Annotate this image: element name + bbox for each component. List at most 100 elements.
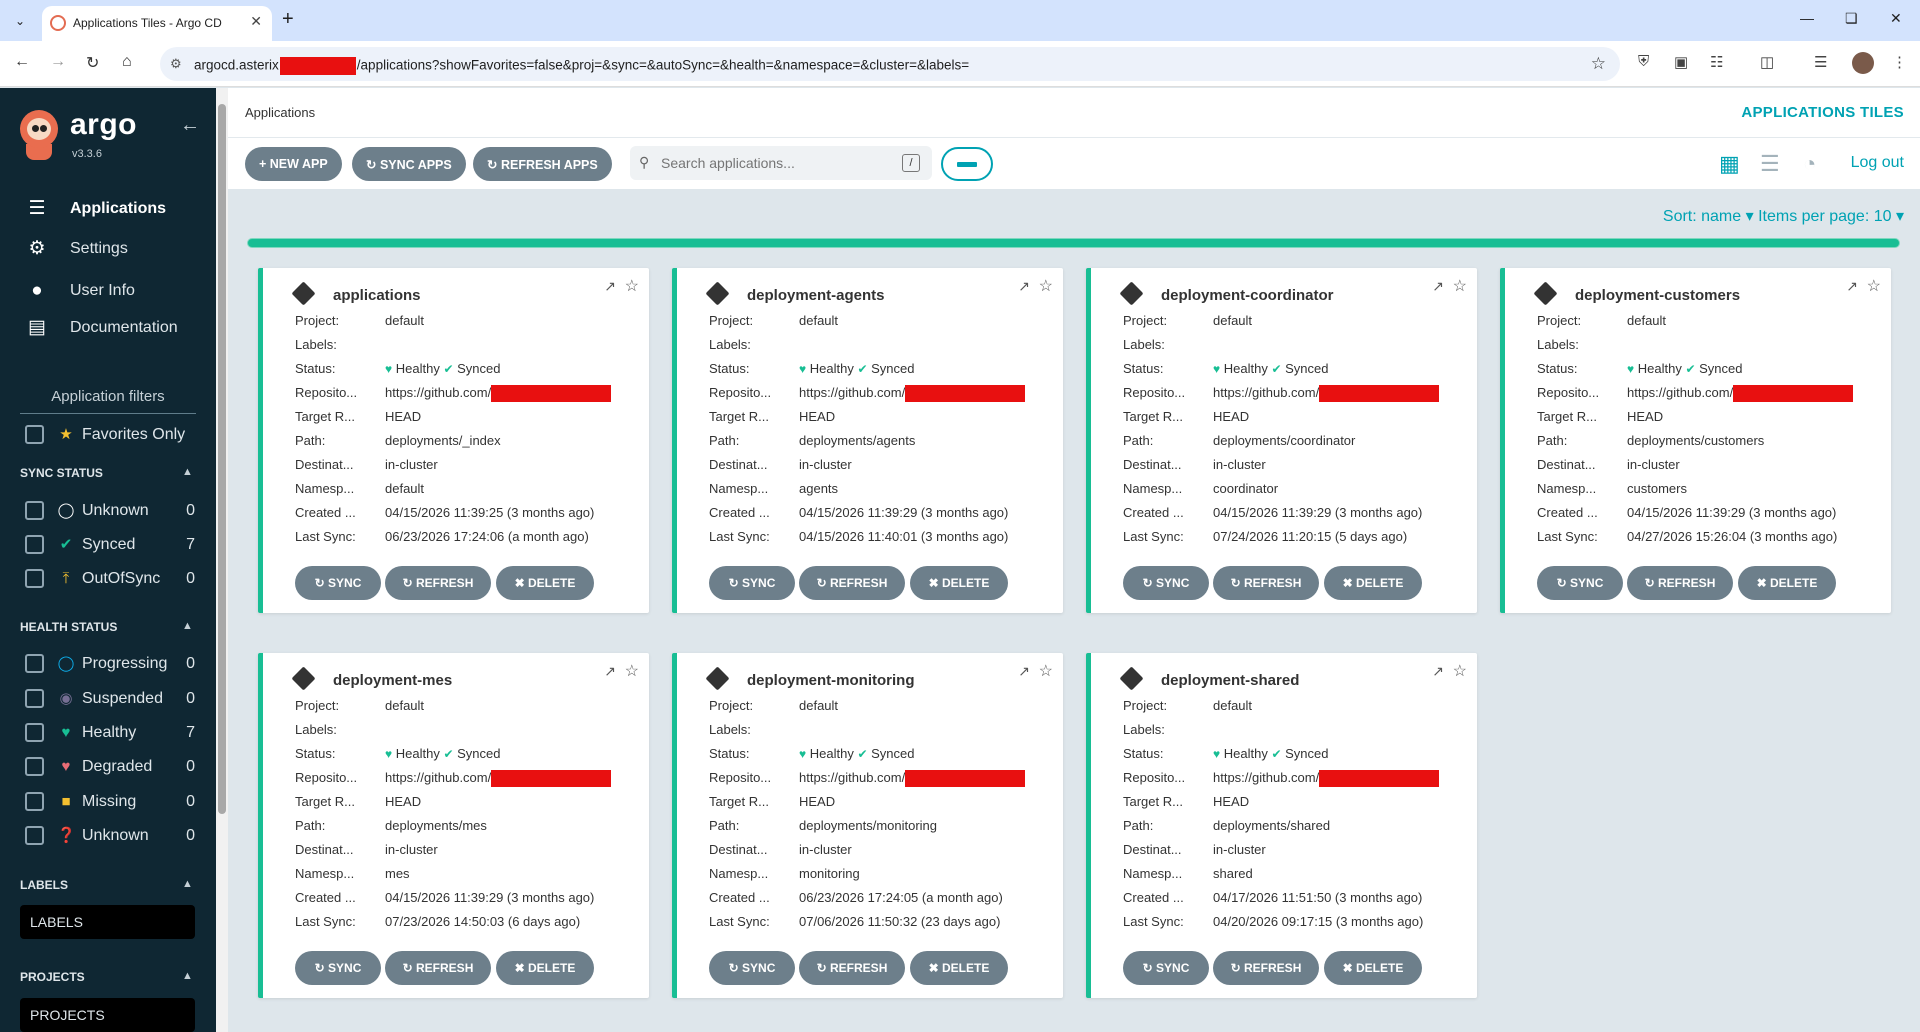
refresh-button[interactable]: ↻ REFRESH bbox=[385, 951, 491, 985]
external-link-icon[interactable]: ↗ bbox=[604, 663, 616, 680]
filter-checkbox[interactable] bbox=[25, 792, 44, 811]
extension-icon[interactable]: ▣ bbox=[1674, 53, 1688, 71]
filter-toggle-button[interactable] bbox=[941, 147, 993, 181]
search-input[interactable] bbox=[661, 153, 891, 173]
app-name[interactable]: deployment-customers bbox=[1575, 287, 1740, 304]
sidebar-scrollbar[interactable] bbox=[216, 88, 228, 1032]
app-name[interactable]: applications bbox=[333, 287, 421, 304]
restore-icon[interactable]: ❏ bbox=[1845, 10, 1858, 27]
tiles-view-icon[interactable]: ▦ bbox=[1719, 151, 1740, 177]
delete-button[interactable]: ✖ DELETE bbox=[1738, 566, 1836, 600]
delete-button[interactable]: ✖ DELETE bbox=[910, 951, 1008, 985]
nav-documentation[interactable]: ▤ Documentation bbox=[0, 310, 216, 346]
filter-checkbox[interactable] bbox=[25, 569, 44, 588]
filter-checkbox[interactable] bbox=[25, 535, 44, 554]
favorites-checkbox[interactable] bbox=[25, 425, 44, 444]
menu-kebab-icon[interactable]: ⋮ bbox=[1892, 53, 1907, 71]
bookmark-star-icon[interactable]: ☆ bbox=[1591, 54, 1606, 74]
app-card[interactable]: deployment-agents ↗ ☆ Project: default Labels… bbox=[672, 268, 1063, 613]
breadcrumb[interactable]: Applications bbox=[245, 105, 315, 120]
filter-sync-outofsync[interactable]: ⤒ OutOfSync 0 bbox=[25, 566, 195, 592]
logout-link[interactable]: Log out bbox=[1851, 154, 1904, 172]
filter-health-healthy[interactable]: ♥ Healthy 7 bbox=[25, 720, 195, 746]
reading-mode-icon[interactable]: ◫ bbox=[1760, 53, 1774, 71]
sort-dropdown[interactable]: Sort: name ▾ bbox=[1663, 208, 1754, 225]
filter-health-suspended[interactable]: ◉ Suspended 0 bbox=[25, 686, 195, 712]
pie-view-icon[interactable]: ◔ bbox=[1803, 151, 1816, 177]
external-link-icon[interactable]: ↗ bbox=[1018, 663, 1030, 680]
delete-button[interactable]: ✖ DELETE bbox=[910, 566, 1008, 600]
delete-button[interactable]: ✖ DELETE bbox=[496, 951, 594, 985]
app-name[interactable]: deployment-coordinator bbox=[1161, 287, 1334, 304]
external-link-icon[interactable]: ↗ bbox=[1432, 663, 1444, 680]
filter-checkbox[interactable] bbox=[25, 501, 44, 520]
filter-health-unknown[interactable]: ❓ Unknown 0 bbox=[25, 823, 195, 849]
favorite-star-icon[interactable]: ☆ bbox=[1039, 276, 1053, 296]
forward-icon[interactable]: → bbox=[50, 53, 66, 71]
back-icon[interactable]: ← bbox=[14, 53, 30, 71]
browser-tab[interactable]: Applications Tiles - Argo CD ✕ bbox=[42, 6, 272, 41]
close-window-icon[interactable]: ✕ bbox=[1890, 10, 1902, 27]
delete-button[interactable]: ✖ DELETE bbox=[1324, 566, 1422, 600]
extension-shield-icon[interactable]: ⛨ bbox=[1638, 53, 1649, 70]
filter-checkbox[interactable] bbox=[25, 689, 44, 708]
app-name[interactable]: deployment-mes bbox=[333, 672, 452, 689]
app-card[interactable]: deployment-shared ↗ ☆ Project: default Labels… bbox=[1086, 653, 1477, 998]
sync-apps-button[interactable]: ↻ SYNC APPS bbox=[352, 147, 466, 181]
app-name[interactable]: deployment-shared bbox=[1161, 672, 1299, 689]
profile-avatar[interactable] bbox=[1852, 52, 1874, 74]
collapse-sidebar-icon[interactable]: ← bbox=[180, 114, 200, 137]
external-link-icon[interactable]: ↗ bbox=[1846, 278, 1858, 295]
caret-up-icon[interactable]: ▲ bbox=[182, 970, 193, 982]
puzzle-icon[interactable]: ☷ bbox=[1710, 53, 1723, 71]
external-link-icon[interactable]: ↗ bbox=[1432, 278, 1444, 295]
sync-button[interactable]: ↻ SYNC bbox=[295, 951, 381, 985]
site-info-icon[interactable]: ⚙ bbox=[170, 56, 182, 72]
home-icon[interactable]: ⌂ bbox=[122, 53, 132, 71]
app-card[interactable]: deployment-monitoring ↗ ☆ Project: default La… bbox=[672, 653, 1063, 998]
filter-health-missing[interactable]: ■ Missing 0 bbox=[25, 789, 195, 815]
url-field[interactable]: ⚙ argocd.asterix/applications?showFavori… bbox=[160, 47, 1620, 81]
caret-up-icon[interactable]: ▲ bbox=[182, 466, 193, 478]
new-app-button[interactable]: + NEW APP bbox=[245, 147, 342, 181]
refresh-button[interactable]: ↻ REFRESH bbox=[1213, 951, 1319, 985]
labels-filter-input[interactable]: LABELS bbox=[20, 905, 195, 939]
favorite-star-icon[interactable]: ☆ bbox=[1453, 661, 1467, 681]
favorites-filter[interactable]: ★ Favorites Only bbox=[25, 422, 195, 448]
reload-icon[interactable]: ↻ bbox=[86, 53, 99, 73]
filter-health-progressing[interactable]: ◯ Progressing 0 bbox=[25, 651, 195, 677]
nav-settings[interactable]: ⚙ Settings bbox=[0, 231, 216, 267]
filter-health-degraded[interactable]: ♥ Degraded 0 bbox=[25, 754, 195, 780]
delete-button[interactable]: ✖ DELETE bbox=[1324, 951, 1422, 985]
sync-button[interactable]: ↻ SYNC bbox=[1537, 566, 1623, 600]
favorite-star-icon[interactable]: ☆ bbox=[625, 661, 639, 681]
favorite-star-icon[interactable]: ☆ bbox=[1867, 276, 1881, 296]
media-icon[interactable]: ☰ bbox=[1814, 53, 1827, 71]
external-link-icon[interactable]: ↗ bbox=[604, 278, 616, 295]
refresh-button[interactable]: ↻ REFRESH bbox=[799, 951, 905, 985]
sync-button[interactable]: ↻ SYNC bbox=[1123, 566, 1209, 600]
refresh-apps-button[interactable]: ↻ REFRESH APPS bbox=[473, 147, 612, 181]
filter-checkbox[interactable] bbox=[25, 757, 44, 776]
tab-search-icon[interactable]: ⌄ bbox=[8, 9, 32, 33]
refresh-button[interactable]: ↻ REFRESH bbox=[385, 566, 491, 600]
sync-button[interactable]: ↻ SYNC bbox=[709, 951, 795, 985]
filter-checkbox[interactable] bbox=[25, 654, 44, 673]
refresh-button[interactable]: ↻ REFRESH bbox=[1627, 566, 1733, 600]
filter-sync-synced[interactable]: ✔ Synced 7 bbox=[25, 532, 195, 558]
minimize-icon[interactable]: — bbox=[1800, 10, 1814, 26]
delete-button[interactable]: ✖ DELETE bbox=[496, 566, 594, 600]
caret-up-icon[interactable]: ▲ bbox=[182, 878, 193, 890]
favorite-star-icon[interactable]: ☆ bbox=[625, 276, 639, 296]
app-card[interactable]: deployment-coordinator ↗ ☆ Project: default L… bbox=[1086, 268, 1477, 613]
nav-user-info[interactable]: ● User Info bbox=[0, 273, 216, 309]
favorite-star-icon[interactable]: ☆ bbox=[1453, 276, 1467, 296]
app-card[interactable]: deployment-mes ↗ ☆ Project: default Labels: St… bbox=[258, 653, 649, 998]
sync-button[interactable]: ↻ SYNC bbox=[295, 566, 381, 600]
favorite-star-icon[interactable]: ☆ bbox=[1039, 661, 1053, 681]
external-link-icon[interactable]: ↗ bbox=[1018, 278, 1030, 295]
app-card[interactable]: applications ↗ ☆ Project: default Labels: Stat… bbox=[258, 268, 649, 613]
list-view-icon[interactable]: ☰ bbox=[1760, 151, 1780, 177]
items-per-page-dropdown[interactable]: Items per page: 10 ▾ bbox=[1758, 208, 1904, 225]
refresh-button[interactable]: ↻ REFRESH bbox=[799, 566, 905, 600]
